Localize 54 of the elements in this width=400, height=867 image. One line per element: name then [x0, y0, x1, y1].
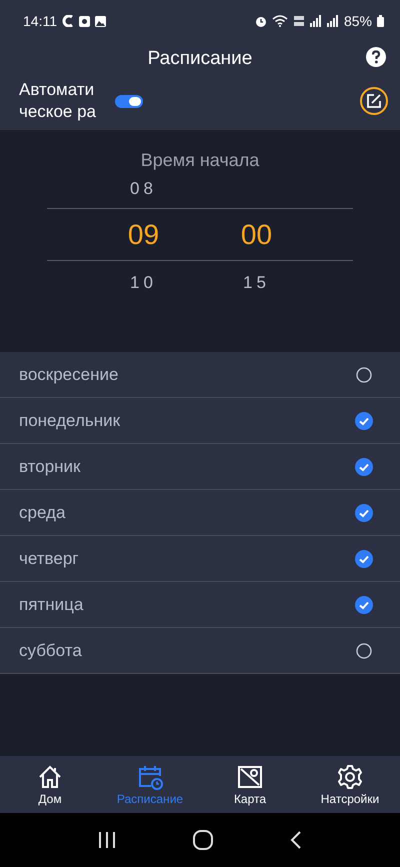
toggle-switch[interactable]: [115, 94, 143, 108]
nav-tab[interactable]: Карта: [200, 756, 300, 813]
radio-icon[interactable]: [355, 366, 373, 384]
nav-tab[interactable]: Натсройки: [300, 756, 400, 813]
signal-icon: [310, 15, 322, 27]
image-icon: [95, 16, 106, 26]
day-row[interactable]: суббота: [0, 628, 400, 674]
calendar-clock-icon: [137, 764, 163, 790]
back-icon[interactable]: [288, 830, 303, 850]
checked-icon[interactable]: [355, 596, 373, 614]
edit-button[interactable]: [360, 87, 388, 115]
map-icon: [237, 764, 263, 790]
recent-apps-icon[interactable]: [97, 831, 118, 849]
wheel-value[interactable]: 15: [243, 273, 270, 293]
toggle-label: ческое ра: [19, 101, 97, 123]
battery-icon: [377, 15, 384, 27]
battery-level: 85%: [344, 13, 372, 29]
wifi-icon: [272, 15, 288, 27]
checked-icon[interactable]: [355, 550, 373, 568]
day-label: суббота: [19, 640, 82, 660]
home-button-icon[interactable]: [192, 830, 214, 850]
day-row[interactable]: среда: [0, 490, 400, 536]
selected-value[interactable]: 00: [240, 219, 272, 251]
clock-time: 14:11: [23, 13, 57, 29]
day-label: понедельник: [19, 410, 120, 430]
day-row[interactable]: пятница: [0, 582, 400, 628]
wheel-value[interactable]: 08: [130, 179, 157, 199]
camera-icon: [79, 16, 90, 26]
day-label: пятница: [19, 594, 84, 614]
day-row[interactable]: понедельник: [0, 398, 400, 444]
day-label: среда: [19, 502, 66, 522]
checked-icon[interactable]: [355, 412, 373, 430]
wheel-value[interactable]: 10: [130, 273, 157, 293]
radio-icon[interactable]: [355, 642, 373, 660]
selected-value[interactable]: 09: [128, 219, 160, 251]
picker-title: Время начала: [140, 150, 260, 171]
screen-title: Расписание: [148, 48, 252, 70]
day-label: вторник: [19, 456, 80, 476]
day-label: воскресение: [19, 364, 118, 384]
checked-icon[interactable]: [355, 504, 373, 522]
home-icon: [37, 764, 63, 790]
help-icon[interactable]: [366, 47, 386, 67]
day-row[interactable]: вторник: [0, 444, 400, 490]
toggle-label: Автомати: [19, 79, 96, 101]
day-row[interactable]: воскресение: [0, 352, 400, 398]
checked-icon[interactable]: [355, 458, 373, 476]
day-label: четверг: [19, 548, 78, 568]
signal-icon: [326, 15, 339, 27]
nav-tab[interactable]: Дом: [0, 756, 100, 813]
settings-icon: [337, 764, 363, 790]
day-row[interactable]: четверг: [0, 536, 400, 582]
edit-icon: [366, 93, 382, 109]
alarm-icon: [254, 15, 267, 27]
app-icon: [62, 15, 74, 27]
